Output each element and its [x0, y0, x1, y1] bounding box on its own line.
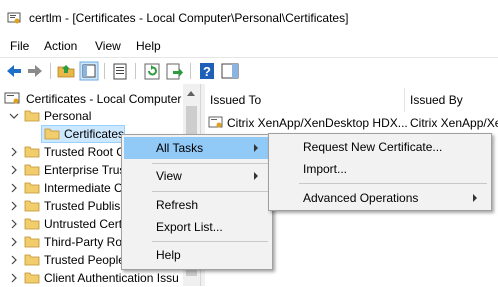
menu-separator [152, 241, 268, 242]
folder-icon [24, 164, 40, 176]
menu-action[interactable]: Action [44, 39, 77, 53]
help-icon[interactable]: ? [197, 61, 217, 81]
menu-separator [299, 183, 487, 184]
tree-node-client-auth-issuers[interactable]: Client Authentication Issu [0, 269, 183, 287]
chevron-right-icon[interactable] [9, 147, 19, 157]
chevron-right-icon [254, 172, 258, 180]
menu-item-export-list[interactable]: Export List... [124, 216, 270, 238]
menu-item-help[interactable]: Help [124, 244, 270, 266]
menu-item-all-tasks[interactable]: All Tasks [124, 137, 270, 159]
forward-icon[interactable] [25, 61, 45, 81]
cell-issued-to: Citrix XenApp/XenDesktop HDX... [227, 116, 408, 130]
toolbar-separator [50, 63, 51, 79]
cell-issued-by: Citrix XenApp/XenDesktop [410, 116, 498, 130]
tree-node-label: Certificates [64, 127, 125, 141]
toolbar-separator [190, 63, 191, 79]
chevron-right-icon[interactable] [9, 183, 19, 193]
folder-icon [44, 128, 60, 140]
menu-item-advanced-operations[interactable]: Advanced Operations [271, 187, 489, 209]
toolbar: ? [0, 57, 498, 85]
refresh-icon[interactable] [142, 61, 162, 81]
up-folder-icon[interactable] [56, 61, 76, 81]
menu-item-refresh[interactable]: Refresh [124, 194, 270, 216]
chevron-right-icon[interactable] [9, 273, 19, 283]
table-row[interactable]: Citrix XenApp/XenDesktop HDX... Citrix X… [205, 114, 498, 132]
export-list-icon[interactable] [164, 61, 184, 81]
scroll-up-icon[interactable] [187, 91, 195, 96]
menu-item-import[interactable]: Import... [271, 158, 489, 180]
chevron-right-icon[interactable] [9, 237, 19, 247]
certificate-icon [208, 116, 223, 128]
chevron-right-icon[interactable] [9, 219, 19, 229]
toolbar-separator [104, 63, 105, 79]
properties-icon[interactable] [110, 61, 130, 81]
chevron-right-icon [254, 144, 258, 152]
tree-node-label: Third-Party Ro [44, 235, 123, 249]
folder-icon [24, 254, 40, 266]
toolbar-separator [135, 63, 136, 79]
tree-node-label: Enterprise Trus [44, 163, 126, 177]
svg-text:?: ? [203, 64, 211, 79]
window-title: certlm - [Certificates - Local Computer\… [29, 11, 349, 25]
menu-item-view[interactable]: View [124, 165, 270, 187]
certificate-app-icon [7, 12, 21, 24]
chevron-right-icon[interactable] [9, 165, 19, 175]
column-header-issued-to[interactable]: Issued To [205, 88, 405, 112]
folder-icon [24, 146, 40, 158]
context-menu: All Tasks View Refresh Export List... He… [121, 134, 273, 270]
menu-separator [152, 163, 268, 164]
tree-node-label: Client Authentication Issu [44, 271, 179, 285]
back-icon[interactable] [4, 61, 24, 81]
tree-node-label: Certificates - Local Computer [26, 92, 182, 106]
menu-bar: File Action View Help [0, 36, 498, 56]
tree-node-label: Trusted Root C [44, 145, 125, 159]
folder-icon [24, 182, 40, 194]
tree-node-label: Untrusted Certi [44, 217, 125, 231]
chevron-right-icon[interactable] [9, 255, 19, 265]
all-tasks-submenu: Request New Certificate... Import... Adv… [268, 133, 492, 211]
menu-help[interactable]: Help [136, 39, 161, 53]
certificate-store-icon [4, 92, 20, 104]
tree-node-root[interactable]: Certificates - Local Computer [0, 90, 183, 108]
tree-node-label: Personal [44, 109, 92, 123]
folder-icon [24, 236, 40, 248]
menu-view[interactable]: View [95, 39, 121, 53]
column-header-issued-by[interactable]: Issued By [405, 88, 498, 112]
tree-node-personal[interactable]: Personal [0, 107, 183, 125]
menu-file[interactable]: File [10, 39, 29, 53]
tree-node-label: Trusted Publis [44, 199, 121, 213]
tree-node-label: Trusted People [44, 253, 125, 267]
show-action-pane-icon[interactable] [220, 61, 240, 81]
folder-open-icon [24, 110, 40, 122]
folder-icon [24, 272, 40, 284]
tree-node-label: Intermediate C [44, 181, 123, 195]
chevron-down-icon[interactable] [9, 111, 19, 121]
menu-separator [152, 191, 268, 192]
folder-icon [24, 200, 40, 212]
chevron-right-icon[interactable] [9, 201, 19, 211]
folder-icon [24, 218, 40, 230]
chevron-right-icon [473, 194, 477, 202]
menu-item-request-new-certificate[interactable]: Request New Certificate... [271, 136, 489, 158]
show-hide-tree-icon[interactable] [79, 61, 99, 81]
title-bar: certlm - [Certificates - Local Computer\… [0, 0, 498, 36]
